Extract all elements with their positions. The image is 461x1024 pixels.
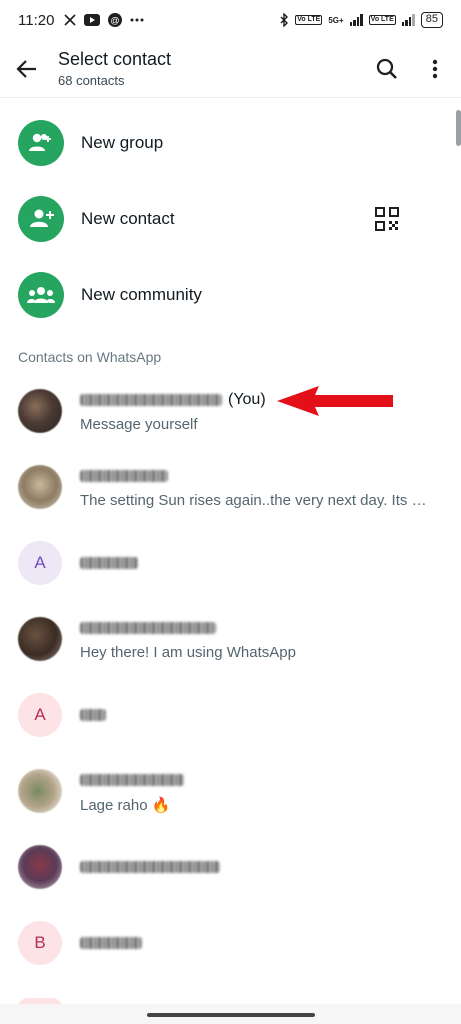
contact-name	[80, 704, 430, 726]
threads-icon: @	[108, 13, 123, 27]
page-title: Select contact	[58, 49, 172, 69]
avatar	[18, 845, 62, 889]
avatar: A	[18, 693, 62, 737]
contact-row[interactable]: A	[0, 677, 461, 753]
avatar	[18, 465, 62, 509]
avatar	[18, 617, 62, 661]
search-button[interactable]	[363, 45, 411, 93]
bluetooth-icon	[280, 13, 289, 27]
contact-text	[80, 856, 430, 878]
avatar	[18, 769, 62, 813]
blurred-name	[80, 861, 220, 873]
blurred-name	[80, 622, 216, 634]
status-left-icons: @	[64, 13, 144, 27]
home-gesture-pill[interactable]	[147, 1013, 315, 1017]
blurred-name	[80, 470, 168, 482]
contact-name	[80, 552, 430, 574]
volte-badge-2: Vo LTE	[368, 15, 396, 25]
avatar	[18, 389, 62, 433]
contact-text	[80, 704, 430, 726]
more-options-button[interactable]	[411, 45, 459, 93]
new-community-avatar	[18, 272, 64, 318]
blurred-name	[80, 709, 106, 721]
contact-name	[80, 932, 430, 954]
contact-row[interactable]: Lage raho 🔥	[0, 753, 461, 829]
status-bar: 11:20 @ Vo LTE 5G+ Vo LTE 85	[0, 0, 461, 40]
group-add-icon	[29, 133, 51, 151]
contact-status: The setting Sun rises again..the very ne…	[80, 492, 430, 509]
x-icon	[64, 14, 77, 26]
blurred-name	[80, 394, 222, 406]
status-time: 11:20	[18, 11, 55, 29]
contact-status: Lage raho 🔥	[80, 796, 171, 814]
volte-badge: Vo LTE	[295, 15, 323, 25]
contact-text	[80, 552, 430, 574]
contact-name	[80, 617, 430, 639]
new-contact-row[interactable]: New contact	[0, 181, 461, 257]
contact-count: 68 contacts	[58, 73, 125, 88]
new-community-label: New community	[81, 285, 202, 304]
contact-text: Hey there! I am using WhatsApp	[80, 617, 430, 661]
community-icon	[27, 287, 55, 303]
contact-row[interactable]: B	[0, 905, 461, 981]
network-label: 5G+	[328, 15, 344, 25]
contact-status: Hey there! I am using WhatsApp	[80, 644, 296, 661]
more-vert-icon	[432, 59, 438, 78]
contact-text: The setting Sun rises again..the very ne…	[80, 465, 430, 509]
new-group-row[interactable]: New group	[0, 105, 461, 181]
contact-name	[80, 769, 430, 791]
back-button[interactable]	[0, 42, 54, 96]
avatar: B	[18, 921, 62, 965]
contact-name	[80, 465, 430, 487]
avatar: A	[18, 541, 62, 585]
contact-row[interactable]: The setting Sun rises again..the very ne…	[0, 449, 461, 525]
person-add-icon	[30, 209, 54, 227]
arrow-back-icon	[16, 59, 36, 78]
new-contact-label: New contact	[81, 209, 175, 228]
signal-icon-2	[401, 14, 415, 26]
you-tag: (You)	[228, 391, 266, 408]
blurred-name	[80, 557, 138, 569]
more-dots-icon	[130, 18, 144, 22]
new-group-avatar	[18, 120, 64, 166]
app-bar-actions	[363, 45, 461, 93]
gesture-bar	[0, 1004, 461, 1024]
annotation-arrow	[277, 386, 393, 416]
new-group-label: New group	[81, 133, 164, 152]
battery-indicator: 85	[420, 12, 443, 28]
youtube-icon	[84, 14, 101, 26]
contact-text	[80, 932, 430, 954]
new-community-row[interactable]: New community	[0, 257, 461, 333]
contact-row[interactable]: A	[0, 525, 461, 601]
app-bar: Select contact 68 contacts	[0, 40, 461, 98]
new-contact-avatar	[18, 196, 64, 242]
search-icon	[376, 58, 397, 79]
contact-text: Lage raho 🔥	[80, 769, 430, 814]
signal-icon	[349, 14, 363, 26]
contact-status: Message yourself	[80, 416, 198, 433]
contact-row[interactable]	[0, 829, 461, 905]
svg-text:@: @	[111, 16, 120, 26]
blurred-name	[80, 773, 184, 786]
qr-code-icon[interactable]	[375, 207, 399, 231]
section-header: Contacts on WhatsApp	[18, 349, 162, 365]
title-block: Select contact 68 contacts	[58, 49, 171, 88]
status-right-icons: Vo LTE 5G+ Vo LTE 85	[279, 12, 443, 28]
blurred-name	[80, 937, 142, 949]
contact-name	[80, 856, 430, 878]
contact-row[interactable]: Hey there! I am using WhatsApp	[0, 601, 461, 677]
